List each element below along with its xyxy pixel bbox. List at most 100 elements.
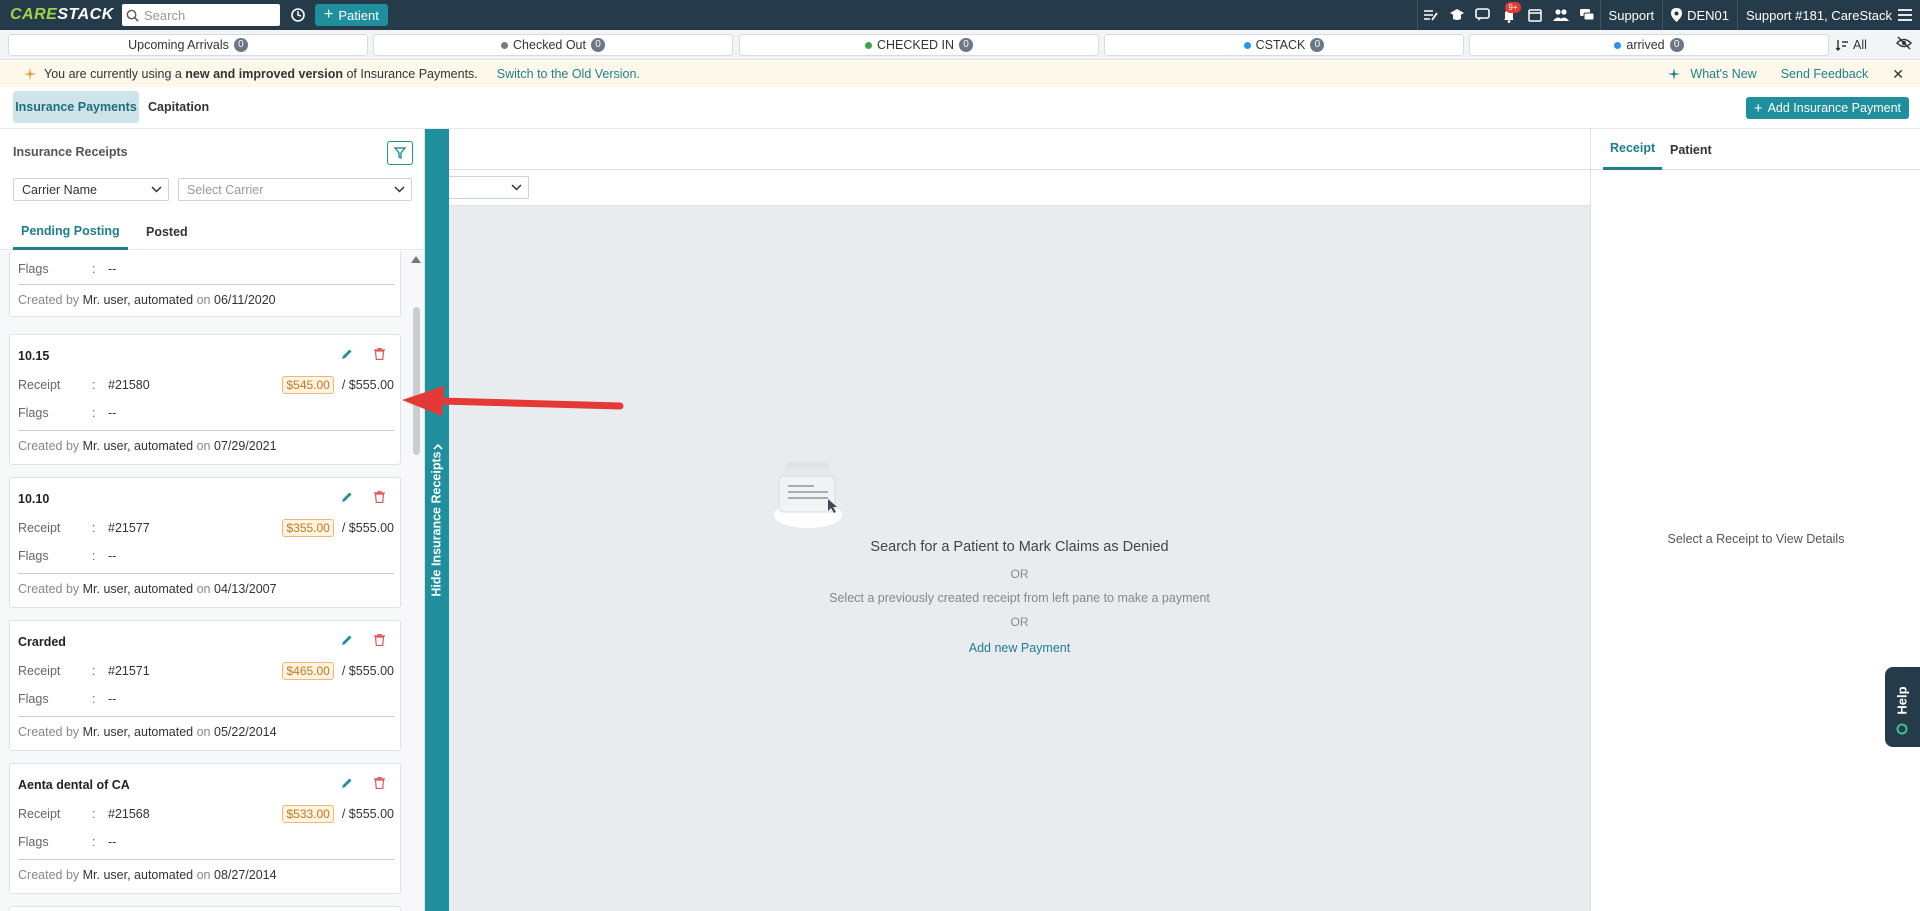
edit-note-icon[interactable]	[1418, 0, 1444, 30]
tab-patient[interactable]: Patient	[1670, 129, 1712, 170]
patient-filter-dropdown[interactable]	[449, 176, 529, 199]
add-new-payment-link: Add new Payment	[968, 641, 1071, 655]
delete-trash-icon[interactable]	[374, 634, 385, 646]
chat-icon[interactable]	[1470, 0, 1496, 30]
chevron-down-icon	[151, 186, 162, 193]
or-separator: OR	[1010, 615, 1029, 629]
whats-new-link[interactable]: What's New	[1690, 67, 1756, 81]
status-arrived[interactable]: arrived 0	[1469, 34, 1829, 56]
receipt-card[interactable]: 10.10 Receipt: #21577 $355.00/ $555.00 Fla…	[9, 477, 401, 608]
empty-state-title: Search for a Patient to Mark Claims as D…	[870, 539, 1169, 555]
carrier-name-select[interactable]: Carrier Name	[13, 178, 169, 201]
total-amount: / $555.00	[341, 807, 394, 821]
edit-pencil-icon[interactable]	[341, 348, 353, 360]
hide-eye-icon[interactable]	[1896, 36, 1912, 50]
receipt-title: 10.10	[18, 492, 50, 506]
edit-pencil-icon[interactable]	[341, 634, 353, 646]
paid-amount-badge: $355.00	[282, 519, 334, 537]
receipt-number: #21580	[108, 378, 150, 392]
paid-amount-badge: $465.00	[282, 662, 334, 680]
notifications-bell-icon[interactable]: 9+	[1496, 0, 1522, 30]
add-patient-button[interactable]: + Patient	[315, 4, 388, 26]
support-menu[interactable]: Support	[1601, 0, 1663, 30]
plus-icon: +	[1753, 99, 1763, 117]
status-upcoming-arrivals[interactable]: Upcoming Arrivals 0	[8, 34, 368, 56]
status-dot	[501, 41, 509, 49]
scroll-up-arrow-icon[interactable]	[411, 255, 421, 263]
status-dot	[1243, 41, 1251, 49]
switch-old-version-link[interactable]: Switch to the Old Version.	[497, 67, 640, 81]
receipt-number: #21577	[108, 521, 150, 535]
created-info: Created by Mr. user, automated on 08/27/…	[18, 868, 277, 882]
or-separator: OR	[1010, 567, 1029, 581]
chevron-down-icon	[394, 186, 405, 193]
tab-pending-posting[interactable]: Pending Posting	[13, 214, 128, 250]
tab-capitation[interactable]: Capitation	[148, 91, 209, 123]
delete-trash-icon[interactable]	[374, 348, 385, 360]
location-selector[interactable]: DEN01	[1663, 0, 1737, 30]
insurance-receipts-pane: Insurance Receipts Carrier Name Select C…	[0, 129, 425, 911]
receipt-list-scrollbar[interactable]	[409, 251, 423, 911]
close-icon[interactable]: ✕	[1892, 66, 1904, 83]
chevron-down-icon	[511, 184, 522, 191]
receipt-number: #21571	[108, 664, 150, 678]
messages-icon[interactable]	[1574, 0, 1600, 30]
scrollbar-thumb[interactable]	[413, 307, 420, 455]
delete-trash-icon[interactable]	[374, 777, 385, 789]
sparkle-icon	[1668, 68, 1681, 80]
status-checked-out[interactable]: Checked Out 0	[373, 34, 733, 56]
notification-count-badge: 9+	[1505, 2, 1521, 13]
graduation-cap-icon[interactable]	[1444, 0, 1470, 30]
status-count: 0	[590, 38, 605, 52]
status-checked-in[interactable]: CHECKED IN 0	[739, 34, 1099, 56]
receipt-card[interactable]: Crarded Receipt: #21571 $465.00/ $555.00 F…	[9, 620, 401, 751]
paid-amount-badge: $545.00	[282, 376, 334, 394]
add-insurance-payment-button[interactable]: + Add Insurance Payment	[1745, 97, 1909, 119]
version-notice-banner: You are currently using a new and improv…	[0, 61, 1920, 87]
created-info: Created by Mr. user, automated on 04/13/…	[18, 582, 277, 596]
receipt-card[interactable]: Aenta dental of CA Receipt: #21568 $533.00…	[9, 763, 401, 894]
global-search-input[interactable]: Search	[122, 4, 280, 26]
map-pin-icon	[1671, 8, 1683, 22]
user-menu[interactable]: Support #181, CareStack	[1738, 0, 1920, 30]
tab-posted[interactable]: Posted	[146, 214, 188, 250]
receipt-title: Aenta dental of CA	[18, 778, 130, 792]
receipt-title: Crarded	[18, 635, 66, 649]
notice-text: You are currently using a new and improv…	[44, 67, 478, 81]
filter-button[interactable]	[387, 141, 413, 165]
help-widget-button[interactable]: Help	[1885, 667, 1920, 747]
refresh-icon[interactable]	[285, 0, 311, 30]
payment-type-tabs: Insurance Payments Capitation + Add Insur…	[0, 87, 1920, 129]
carestack-logo[interactable]: CARE STACK	[0, 0, 113, 30]
receipt-number: #21568	[108, 807, 150, 821]
edit-pencil-icon[interactable]	[341, 491, 353, 503]
hide-insurance-receipts-toggle[interactable]: Hide Insurance Receipts	[425, 129, 449, 911]
edit-pencil-icon[interactable]	[341, 777, 353, 789]
select-carrier-dropdown[interactable]: Select Carrier	[178, 178, 412, 201]
total-amount: / $555.00	[341, 378, 394, 392]
search-placeholder: Search	[144, 7, 186, 23]
delete-trash-icon[interactable]	[374, 491, 385, 503]
flags-value: --	[108, 692, 117, 706]
status-cstack[interactable]: CSTACK 0	[1104, 34, 1464, 56]
all-filter-button[interactable]: All	[1836, 34, 1867, 56]
send-feedback-link[interactable]: Send Feedback	[1781, 67, 1869, 81]
search-icon	[126, 9, 139, 22]
empty-details-message: Select a Receipt to View Details	[1667, 532, 1845, 546]
tab-insurance-payments[interactable]: Insurance Payments	[13, 91, 139, 123]
filter-icon	[394, 147, 406, 159]
status-dot	[1614, 41, 1622, 49]
tab-receipt[interactable]: Receipt	[1603, 129, 1663, 170]
receipt-card[interactable]: 10.15 Receipt: #21580 $545.00/ $555.00 Fla…	[9, 334, 401, 465]
status-count: 0	[233, 38, 248, 52]
flags-value: --	[108, 835, 117, 849]
receipt-card[interactable]	[9, 906, 401, 911]
receipt-card[interactable]: $000.00 Flags:-- Created by Mr. user, au…	[9, 251, 401, 317]
users-icon[interactable]	[1548, 0, 1574, 30]
receipt-illustration-icon	[774, 462, 842, 528]
created-info: Created by Mr. user, automated on 06/11/…	[18, 293, 276, 307]
help-chat-icon	[1896, 723, 1908, 735]
flags-value: --	[108, 549, 117, 563]
status-count: 0	[1310, 38, 1325, 52]
calendar-icon[interactable]	[1522, 0, 1548, 30]
